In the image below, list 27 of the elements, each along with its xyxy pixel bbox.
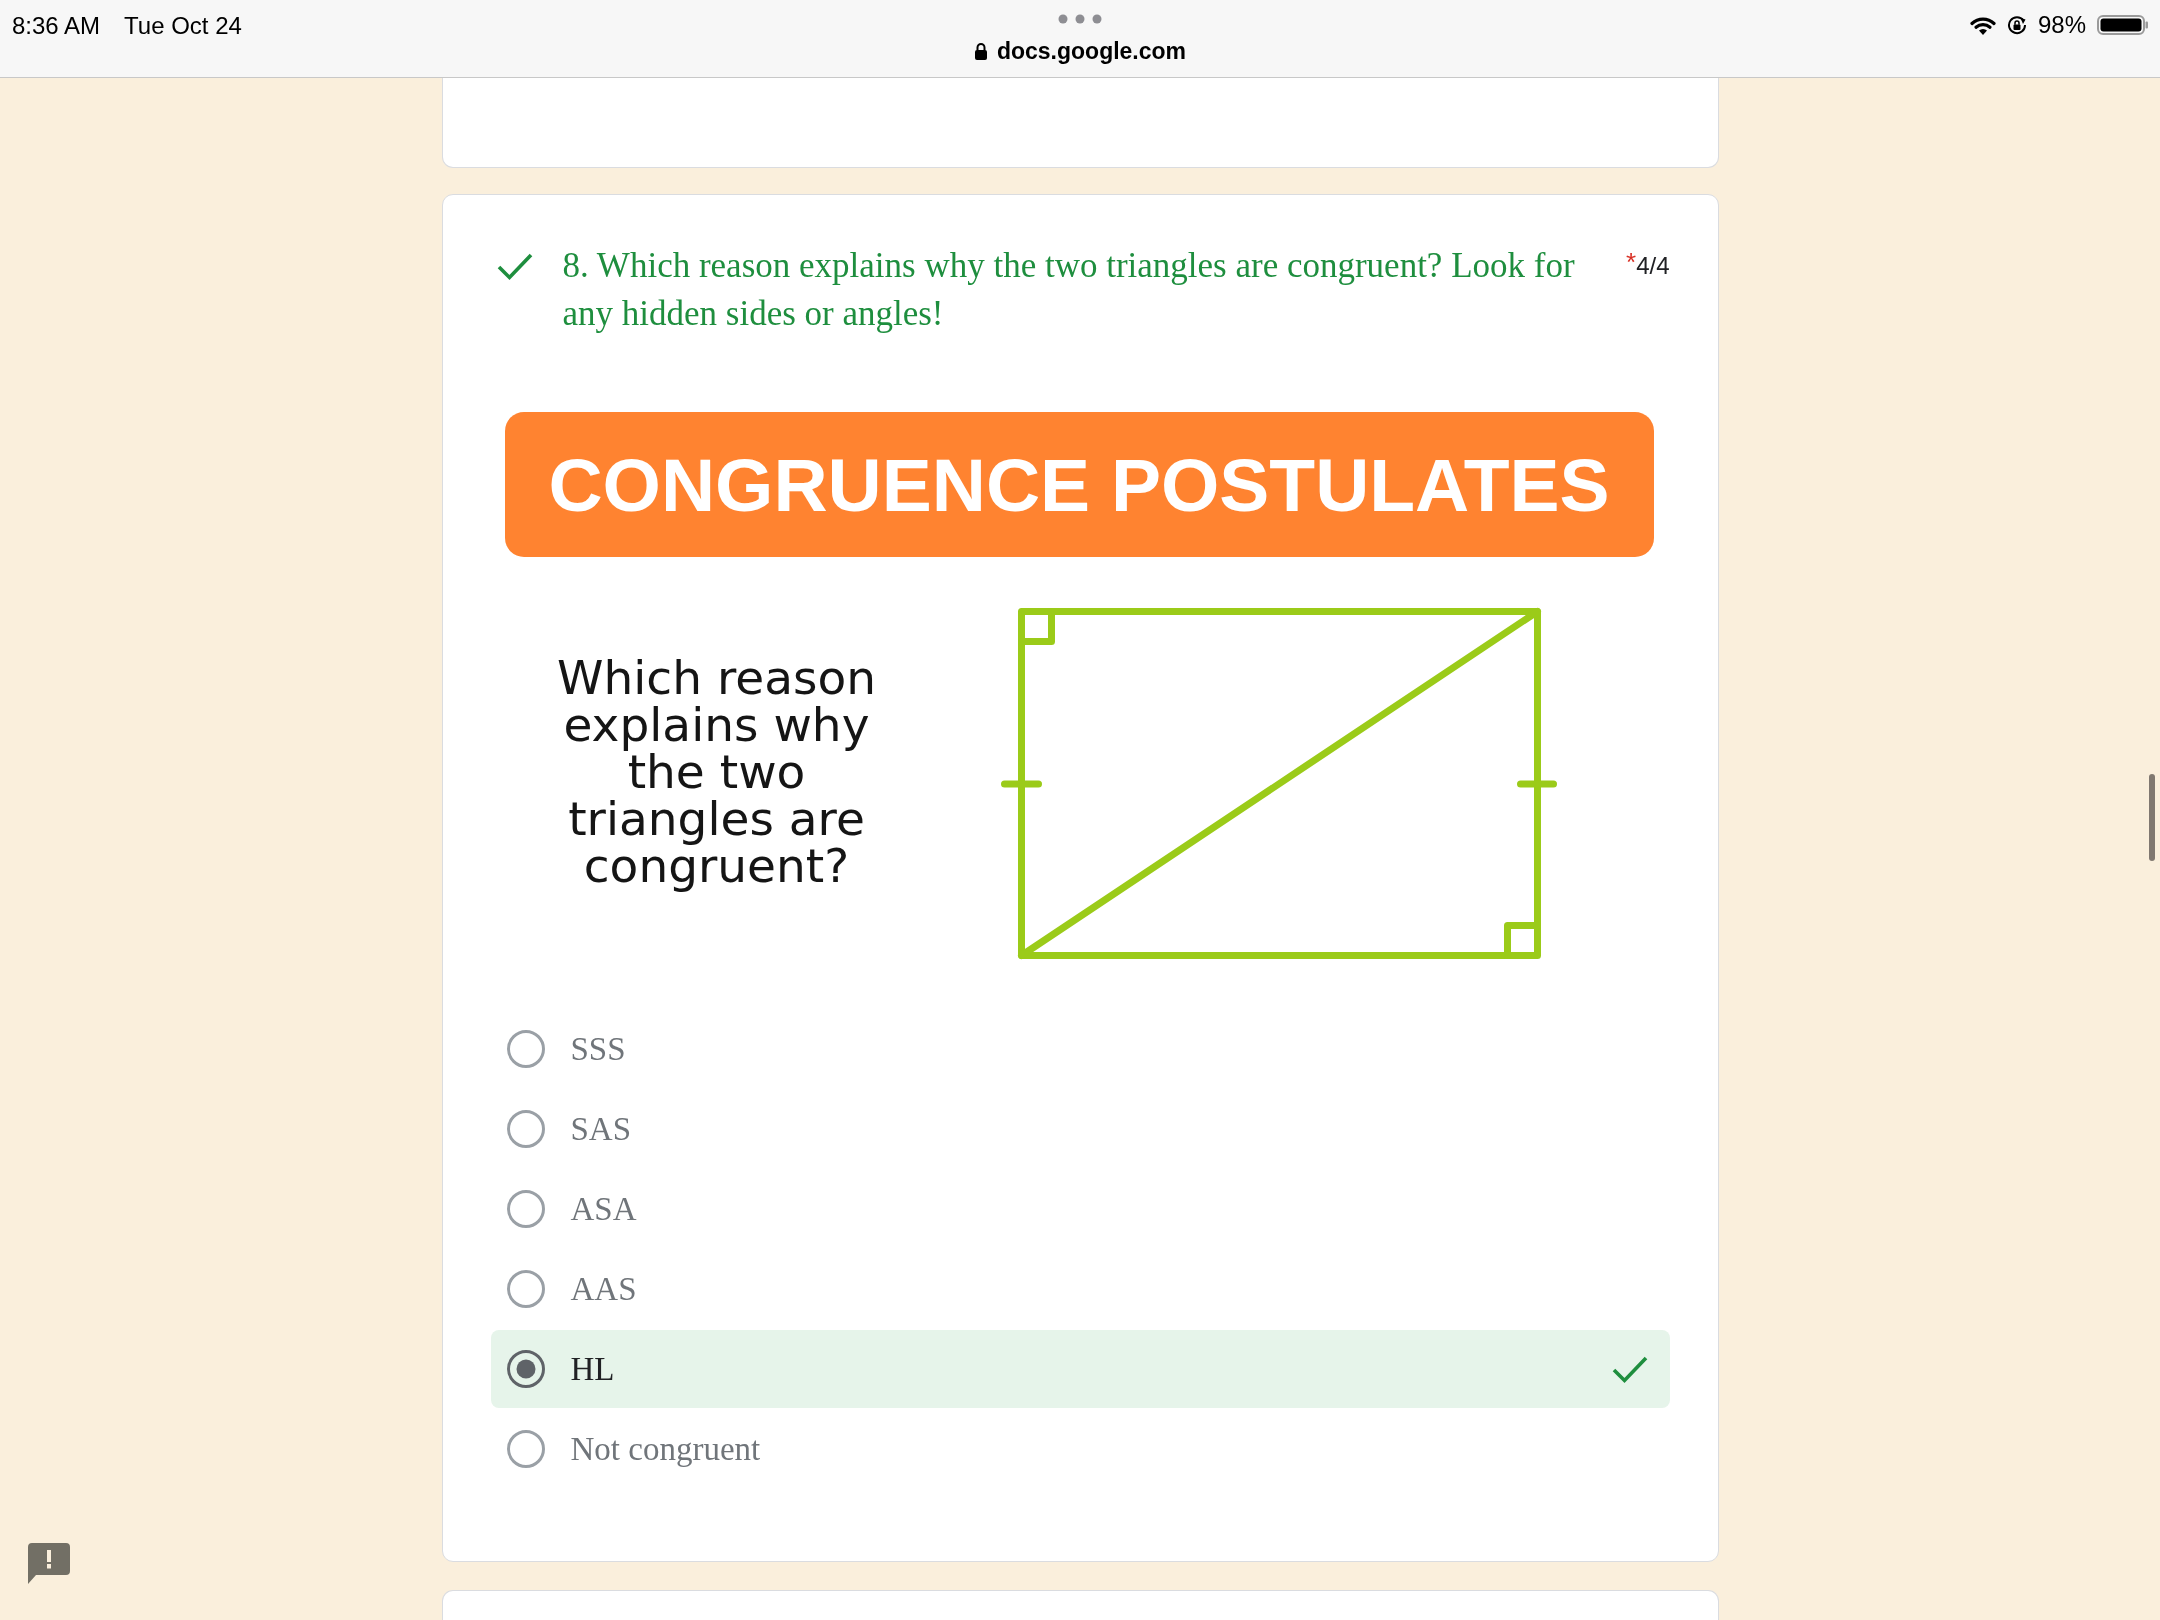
- battery-icon: [2097, 15, 2149, 35]
- feedback-icon[interactable]: [28, 1543, 70, 1584]
- option-label: AAS: [570, 1270, 637, 1309]
- radio-button[interactable]: [506, 1190, 545, 1228]
- radio-button[interactable]: [506, 1350, 545, 1388]
- radio-button[interactable]: [506, 1430, 545, 1468]
- option-label: HL: [570, 1350, 615, 1389]
- radio-button[interactable]: [506, 1110, 545, 1148]
- scrollbar-thumb[interactable]: [2149, 774, 2155, 861]
- multitasking-dots-icon[interactable]: [1058, 14, 1102, 24]
- status-time: 8:36 AM: [12, 12, 101, 40]
- required-asterisk: *: [1626, 246, 1637, 279]
- banner-title: CONGRUENCE POSTULATES: [504, 412, 1654, 557]
- score-text: 4/4: [1636, 251, 1670, 281]
- rotation-lock-icon: [2006, 15, 2027, 35]
- option-label: SSS: [570, 1030, 626, 1069]
- address-text: docs.google.com: [996, 37, 1187, 65]
- status-date: Tue Oct 24: [124, 12, 242, 40]
- radio-button[interactable]: [506, 1270, 545, 1308]
- option-label: Not congruent: [570, 1430, 761, 1469]
- lock-icon: [973, 42, 988, 60]
- option-label: SAS: [570, 1110, 632, 1149]
- wifi-icon: [1969, 15, 1996, 35]
- option-label: ASA: [570, 1190, 637, 1229]
- radio-button[interactable]: [506, 1030, 545, 1068]
- question-title: 8. Which reason explains why the two triangles are congruent? Look for any hidden sides or angles!: [562, 245, 1576, 335]
- battery-percent: 98%: [2037, 11, 2086, 39]
